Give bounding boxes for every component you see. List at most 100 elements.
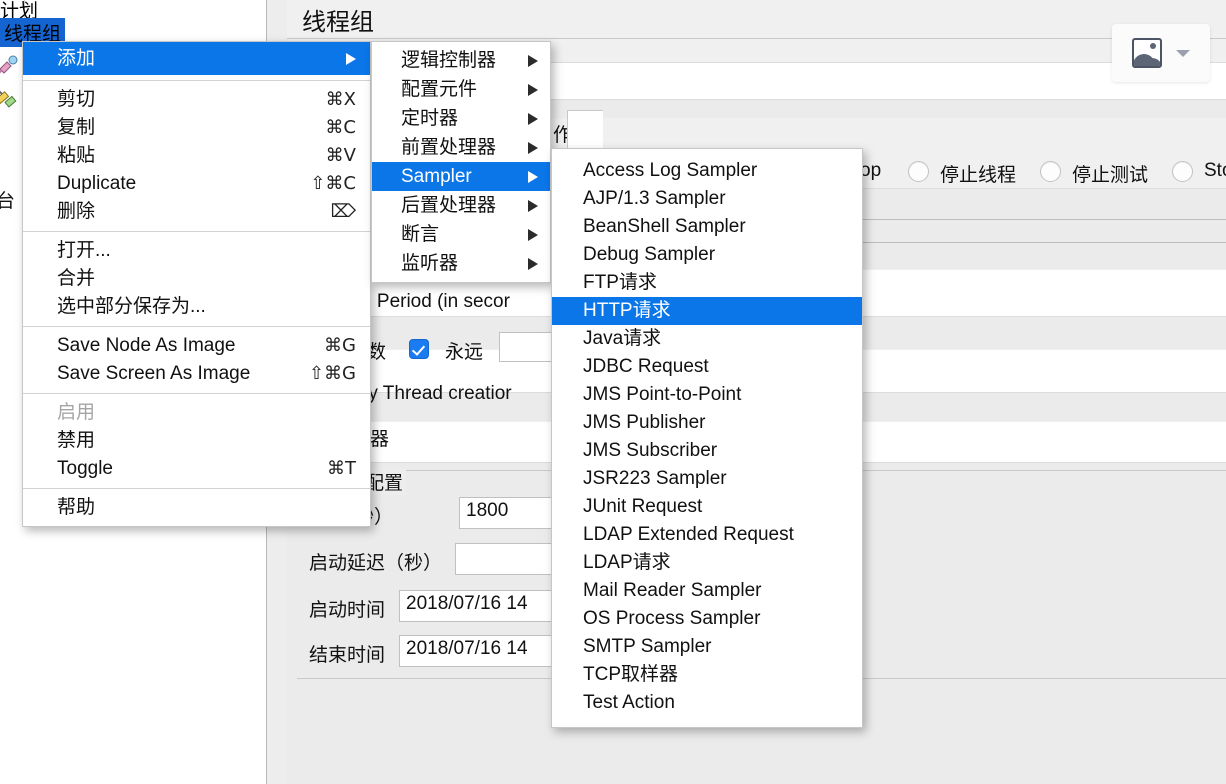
menu-item-label: JMS Subscriber [583,440,718,461]
chevron-right-icon [528,258,538,270]
menu-item-smtp-sampler[interactable]: SMTP Sampler [552,633,862,661]
menu-item-label: 监听器 [401,253,459,274]
sampler-submenu[interactable]: Access Log Sampler AJP/1.3 Sampler BeanS… [551,148,863,728]
menu-item-label: 帮助 [57,497,96,518]
menu-item-label: FTP请求 [583,272,657,293]
menu-item-ajp-sampler[interactable]: AJP/1.3 Sampler [552,185,862,213]
menu-item-label: 打开... [57,240,111,261]
menu-item-label: 删除 [57,201,96,222]
menu-item-java-request[interactable]: Java请求 [552,325,862,353]
menu-item-accelerator: ⌘C [325,117,356,138]
menu-item-enable: 启用 [23,399,370,427]
menu-item-label: Access Log Sampler [583,160,758,181]
menu-item-accelerator: ⌦ [330,201,356,222]
menu-item-label: 禁用 [57,430,96,451]
menu-item-mail-reader-sampler[interactable]: Mail Reader Sampler [552,577,862,605]
menu-item-jsr223-sampler[interactable]: JSR223 Sampler [552,465,862,493]
menu-item-label: 选中部分保存为... [57,296,206,317]
menu-separator [23,231,370,232]
menu-item-jms-point-to-point[interactable]: JMS Point-to-Point [552,381,862,409]
menu-item-save-selection-as[interactable]: 选中部分保存为... [23,293,370,321]
image-icon [1132,38,1162,68]
menu-item-ldap-extended-request[interactable]: LDAP Extended Request [552,521,862,549]
menu-item-test-action[interactable]: Test Action [552,689,862,717]
forever-checkbox[interactable] [409,339,429,359]
menu-item-label: SMTP Sampler [583,636,712,657]
menu-item-label: 复制 [57,117,96,138]
menu-item-accelerator: ⌘V [325,145,356,166]
radio-label-stop-now: Sto [1204,160,1226,181]
menu-item-toggle[interactable]: Toggle ⌘T [23,455,370,483]
chevron-right-icon [346,53,356,65]
menu-item-post-processor[interactable]: 后置处理器 [372,191,550,220]
menu-item-cut[interactable]: 剪切 ⌘X [23,86,370,114]
menu-item-open[interactable]: 打开... [23,237,370,265]
menu-item-label: 后置处理器 [401,195,497,216]
menu-item-jms-subscriber[interactable]: JMS Subscriber [552,437,862,465]
menu-item-accelerator: ⌘G [324,335,356,356]
menu-item-disable[interactable]: 禁用 [23,427,370,455]
chevron-right-icon [528,200,538,212]
menu-item-jms-publisher[interactable]: JMS Publisher [552,409,862,437]
menu-item-paste[interactable]: 粘贴 ⌘V [23,142,370,170]
config-element-icon [0,52,22,78]
menu-item-ftp-request[interactable]: FTP请求 [552,269,862,297]
radio-stop-test[interactable] [1040,161,1061,182]
menu-item-save-screen-as-image[interactable]: Save Screen As Image ⇧⌘G [23,360,370,388]
menu-item-config-element[interactable]: 配置元件 [372,75,550,104]
menu-item-junit-request[interactable]: JUnit Request [552,493,862,521]
radio-label-op: op [860,160,882,181]
menu-item-accelerator: ⌘T [327,458,356,479]
menu-item-label: BeanShell Sampler [583,216,746,237]
context-menu[interactable]: 添加 剪切 ⌘X 复制 ⌘C 粘贴 ⌘V Duplicate ⇧⌘C 删除 ⌦ … [22,41,371,527]
menu-separator [23,80,370,81]
menu-item-label: 剪切 [57,89,96,110]
menu-item-label: 启用 [57,402,96,423]
menu-item-sampler[interactable]: Sampler [372,162,550,191]
menu-item-jdbc-request[interactable]: JDBC Request [552,353,862,381]
menu-item-os-process-sampler[interactable]: OS Process Sampler [552,605,862,633]
radio-stop-test-now[interactable] [1172,161,1193,182]
menu-item-label: 定时器 [401,108,459,129]
radio-stop-thread[interactable] [908,161,929,182]
menu-item-accelerator: ⇧⌘C [310,173,356,194]
menu-item-save-node-as-image[interactable]: Save Node As Image ⌘G [23,332,370,360]
menu-item-logic-controller[interactable]: 逻辑控制器 [372,46,550,75]
menu-item-pre-processor[interactable]: 前置处理器 [372,133,550,162]
menu-item-label: 配置元件 [401,79,478,100]
save-as-image-button[interactable] [1112,24,1210,82]
chevron-right-icon [528,229,538,241]
radio-label-stop-test: 停止测试 [1072,165,1149,186]
menu-item-label: LDAP请求 [583,552,671,573]
chevron-right-icon [528,142,538,154]
menu-item-copy[interactable]: 复制 ⌘C [23,114,370,142]
menu-item-delete[interactable]: 删除 ⌦ [23,198,370,226]
forever-label: 永远 [445,342,484,363]
menu-item-label: Toggle [57,458,113,479]
menu-item-label: JSR223 Sampler [583,468,727,489]
menu-item-duplicate[interactable]: Duplicate ⇧⌘C [23,170,370,198]
menu-item-label: 断言 [401,224,440,245]
chevron-down-icon[interactable] [1176,50,1190,57]
menu-item-debug-sampler[interactable]: Debug Sampler [552,241,862,269]
menu-item-timer[interactable]: 定时器 [372,104,550,133]
menu-item-merge[interactable]: 合并 [23,265,370,293]
menu-item-listener[interactable]: 监听器 [372,249,550,278]
menu-separator [23,393,370,394]
menu-item-label: HTTP请求 [583,300,671,321]
menu-item-label: TCP取样器 [583,664,679,685]
menu-item-label: Mail Reader Sampler [583,580,762,601]
menu-item-add[interactable]: 添加 [23,42,370,75]
end-time-label: 结束时间 [309,645,386,666]
menu-item-beanshell-sampler[interactable]: BeanShell Sampler [552,213,862,241]
menu-item-accelerator: ⌘X [325,89,356,110]
add-submenu[interactable]: 逻辑控制器 配置元件 定时器 前置处理器 Sampler 后置处理器 断言 监听… [371,41,551,283]
menu-item-http-request[interactable]: HTTP请求 [552,297,862,325]
menu-item-assertion[interactable]: 断言 [372,220,550,249]
menu-item-help[interactable]: 帮助 [23,494,370,522]
menu-item-ldap-request[interactable]: LDAP请求 [552,549,862,577]
tree-node-console[interactable]: 台 [0,186,15,213]
menu-item-access-log-sampler[interactable]: Access Log Sampler [552,157,862,185]
title-divider [287,38,1226,39]
menu-item-tcp-sampler[interactable]: TCP取样器 [552,661,862,689]
